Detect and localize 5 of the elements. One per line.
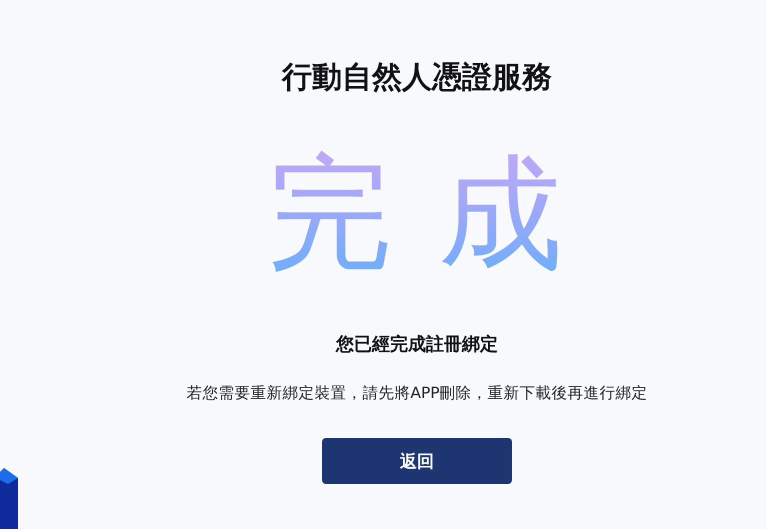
- cube-drawing: [0, 468, 18, 529]
- page-title: 行動自然人憑證服務: [282, 59, 552, 97]
- success-message: 您已經完成註冊綁定: [336, 333, 498, 357]
- back-button[interactable]: 返回: [322, 438, 512, 484]
- instruction-text: 若您需要重新綁定裝置，請先將APP刪除，重新下載後再進行綁定: [186, 383, 648, 404]
